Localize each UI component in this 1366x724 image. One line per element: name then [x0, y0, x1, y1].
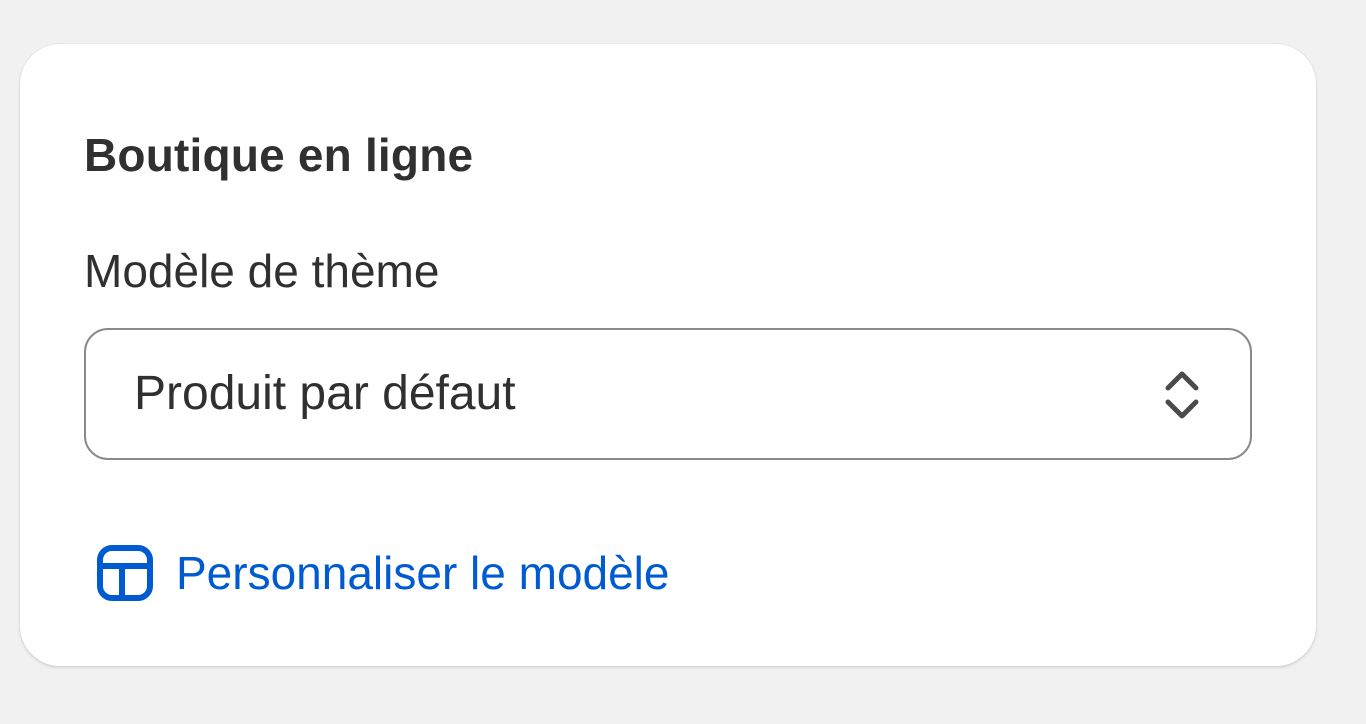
online-store-card: Boutique en ligne Modèle de thème Produi…: [20, 44, 1316, 666]
card-title: Boutique en ligne: [84, 129, 474, 181]
theme-template-select[interactable]: Produit par défaut: [84, 328, 1252, 460]
customize-template-link[interactable]: Personnaliser le modèle: [96, 544, 670, 602]
select-chevron-icon: [1162, 366, 1202, 424]
theme-template-label: Modèle de thème: [84, 245, 440, 297]
layout-template-icon: [96, 544, 154, 602]
theme-template-selected-value: Produit par défaut: [134, 367, 516, 420]
customize-template-label: Personnaliser le modèle: [176, 547, 670, 599]
